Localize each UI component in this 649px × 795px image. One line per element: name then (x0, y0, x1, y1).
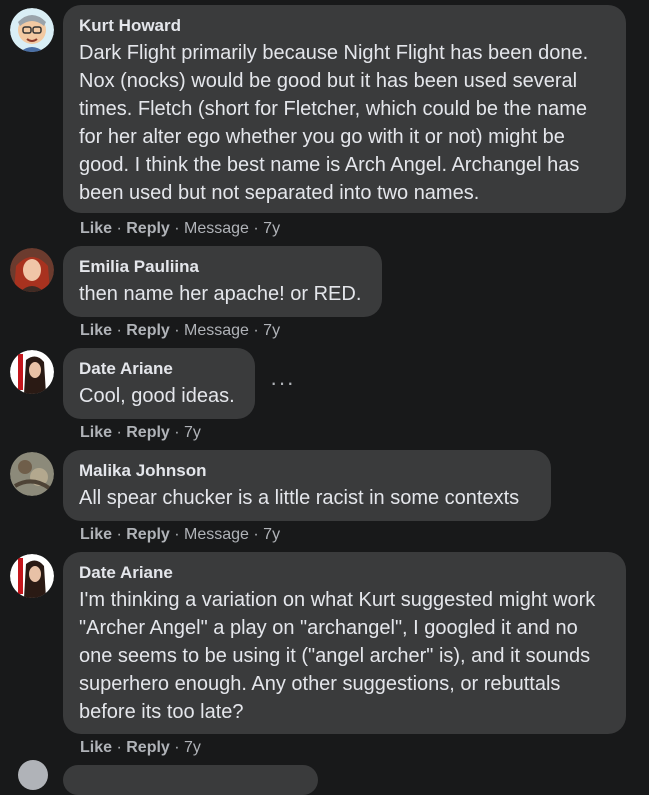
comment-text: I'm thinking a variation on what Kurt su… (79, 589, 596, 723)
comment-text: Dark Flight primarily because Night Flig… (79, 42, 589, 204)
reply-button[interactable]: Reply (126, 424, 170, 441)
reply-button[interactable]: Reply (126, 526, 170, 543)
like-button[interactable]: Like (80, 322, 112, 339)
like-button[interactable]: Like (80, 220, 112, 237)
comment-text: Cool, good ideas. (79, 385, 235, 407)
separator: · (112, 220, 127, 237)
like-button[interactable]: Like (80, 424, 112, 441)
more-options-icon[interactable]: ··· (270, 370, 295, 396)
avatar[interactable] (10, 452, 54, 496)
separator: · (169, 424, 185, 441)
comment-bubble: Kurt Howard Dark Flight primarily becaus… (63, 5, 626, 213)
message-link[interactable]: Message (184, 322, 249, 339)
separator: · (248, 220, 264, 237)
reply-button[interactable]: Reply (126, 739, 170, 756)
separator: · (169, 739, 185, 756)
timestamp[interactable]: 7y (184, 424, 201, 441)
timestamp[interactable]: 7y (263, 220, 280, 237)
avatar[interactable] (10, 8, 54, 52)
separator: · (169, 526, 185, 543)
avatar[interactable] (10, 350, 54, 394)
comment-text: All spear chucker is a little racist in … (79, 487, 520, 509)
avatar[interactable] (10, 248, 54, 292)
comment-actions: Like · Reply · Message · 7y (80, 219, 280, 239)
timestamp[interactable]: 7y (184, 739, 201, 756)
message-link[interactable]: Message (184, 526, 249, 543)
comment-author[interactable]: Date Ariane (79, 562, 610, 584)
timestamp[interactable]: 7y (263, 322, 280, 339)
separator: · (169, 322, 185, 339)
comment-actions: Like · Reply · Message · 7y (80, 525, 280, 545)
like-button[interactable]: Like (80, 739, 112, 756)
comment-author[interactable]: Malika Johnson (79, 460, 535, 482)
comment-actions: Like · Reply · 7y (80, 738, 201, 758)
separator: · (169, 220, 185, 237)
comment-actions: Like · Reply · 7y (80, 423, 201, 443)
comment-author[interactable]: Date Ariane (79, 358, 239, 380)
comment-bubble (63, 765, 318, 795)
comment-bubble: Date Ariane I'm thinking a variation on … (63, 552, 626, 734)
comment-author[interactable]: Emilia Pauliina (79, 256, 366, 278)
message-link[interactable]: Message (184, 220, 249, 237)
comment-author[interactable]: Kurt Howard (79, 15, 610, 37)
separator: · (248, 322, 264, 339)
comment-bubble: Emilia Pauliina then name her apache! or… (63, 246, 382, 317)
timestamp[interactable]: 7y (263, 526, 280, 543)
comment-bubble: Date Ariane Cool, good ideas. (63, 348, 255, 419)
like-button[interactable]: Like (80, 526, 112, 543)
separator: · (248, 526, 264, 543)
separator: · (112, 526, 127, 543)
comment-text: then name her apache! or RED. (79, 283, 362, 305)
separator: · (112, 424, 127, 441)
separator: · (112, 739, 127, 756)
reply-button[interactable]: Reply (126, 220, 170, 237)
avatar[interactable] (18, 760, 48, 790)
separator: · (112, 322, 127, 339)
avatar[interactable] (10, 554, 54, 598)
reply-button[interactable]: Reply (126, 322, 170, 339)
comment-bubble: Malika Johnson All spear chucker is a li… (63, 450, 551, 521)
comment-actions: Like · Reply · Message · 7y (80, 321, 280, 341)
